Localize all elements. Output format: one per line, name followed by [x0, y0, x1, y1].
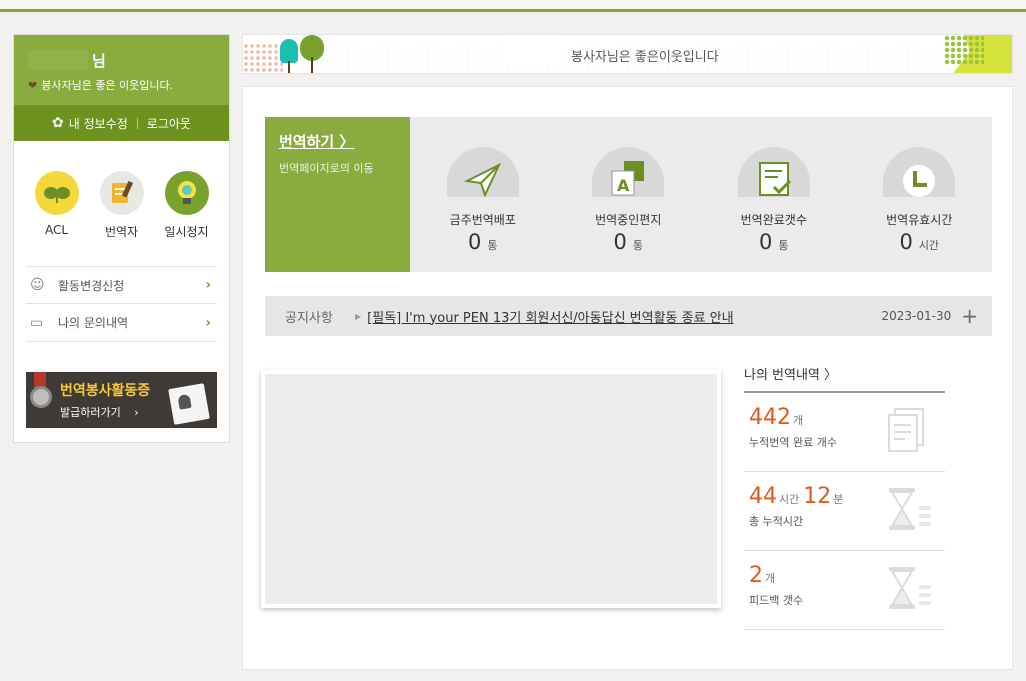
image-placeholder-inner — [265, 374, 717, 604]
greeting-bar: 봉사자님은 좋은이웃입니다 — [242, 34, 1013, 74]
chat-icon: ▭ — [30, 314, 44, 331]
sidebar: 님 ❤ 봉사자님은 좋은 이웃입니다. ✿ 내 정보수정 로그아웃 ACL 번역… — [13, 34, 230, 443]
translate-title: 번역하기 〉 — [279, 133, 355, 151]
profile-header: 님 ❤ 봉사자님은 좋은 이웃입니다. — [14, 35, 229, 105]
time-hours-unit: 시간 — [779, 493, 800, 506]
volunteer-certificate-banner[interactable]: 번역봉사활동증 발급하러가기 › — [26, 372, 217, 428]
tree-trunk — [311, 57, 313, 73]
stat-weekly-distributed: 금주번역배포 0통 — [423, 147, 543, 272]
notice-date: 2023-01-30 — [881, 309, 952, 323]
user-name-suffix: 님 — [92, 51, 106, 70]
stat-label: 번역중인편지 — [595, 213, 662, 227]
pause-button[interactable]: 일시정지 — [157, 171, 217, 266]
stat-unit: 통 — [487, 239, 498, 252]
heart-icon: ❤ — [28, 78, 38, 92]
document-pencil-icon — [99, 171, 144, 215]
stat-value: 0 — [468, 230, 482, 254]
stat-valid-time: 번역유효시간 0 시간 — [859, 147, 979, 272]
gear-icon: ✿ — [52, 115, 64, 131]
stat-value: 0 — [613, 230, 627, 254]
sidebar-item-activity-change[interactable]: ☺ 활동변경신청 › — [26, 266, 217, 304]
letter-a-icon: A — [592, 147, 665, 197]
main-panel: 번역하기 〉 번역페이지로의 이동 금주번역배포 0통 A 번역중인편지 0통 — [242, 86, 1013, 670]
stat-label: 번역완료갯수 — [740, 213, 807, 227]
banner-subtitle: 발급하러가기 › — [60, 406, 139, 419]
notice-bar: 공지사항 ▶ [필독] I'm your PEN 13기 회원서신/아동답신 번… — [265, 296, 992, 336]
history-completed: 442 개 누적번역 완료 개수 — [744, 393, 945, 472]
time-hours: 44 — [749, 484, 777, 509]
profile-links: ✿ 내 정보수정 로그아웃 — [14, 105, 229, 141]
user-name-redacted — [501, 37, 565, 67]
stat-value: 0 — [899, 230, 913, 254]
feedback-count: 2 — [749, 563, 763, 588]
my-translation-history: 나의 번역내역 〉 442 개 누적번역 완료 개수 44 시간 12 분 총 … — [744, 363, 945, 630]
stat-completed: 번역완료갯수 0통 — [714, 147, 834, 272]
clock-icon — [883, 147, 956, 197]
user-name-redacted — [28, 50, 88, 70]
banner-title: 번역봉사활동증 — [60, 383, 151, 399]
sidebar-item-label: 활동변경신청 — [58, 278, 125, 293]
notice-more-button[interactable]: + — [961, 306, 978, 326]
chevron-right-icon: › — [205, 277, 211, 293]
notice-label: 공지사항 — [285, 310, 333, 326]
sidebar-item-inquiries[interactable]: ▭ 나의 문의내역 › — [26, 304, 217, 342]
history-total-time: 44 시간 12 분 총 누적시간 — [744, 472, 945, 551]
sidebar-item-label: 나의 문의내역 — [58, 316, 129, 330]
translator-button[interactable]: 번역자 — [92, 171, 152, 266]
svg-text:A: A — [617, 176, 630, 195]
stat-label: 금주번역배포 — [449, 213, 516, 227]
notice-link[interactable]: [필독] I'm your PEN 13기 회원서신/아동답신 번역활동 종료 … — [367, 307, 881, 326]
completed-unit: 개 — [793, 414, 804, 427]
translate-subtitle: 번역페이지로의 이동 — [279, 162, 374, 175]
acl-label: ACL — [44, 223, 69, 237]
time-minutes: 12 — [803, 484, 832, 509]
documents-icon — [888, 408, 924, 452]
stat-unit: 시간 — [918, 239, 940, 252]
document-check-icon — [737, 147, 810, 197]
paper-plane-icon — [446, 147, 519, 197]
stat-value: 0 — [759, 230, 773, 254]
decor-dots-right — [944, 35, 984, 65]
medal-icon — [30, 386, 52, 408]
lightbulb-icon — [164, 171, 209, 215]
stat-unit: 통 — [778, 239, 789, 252]
feedback-unit: 개 — [765, 572, 776, 585]
translator-label: 번역자 — [104, 225, 139, 239]
translate-button[interactable]: 번역하기 〉 번역페이지로의 이동 — [265, 117, 410, 272]
stat-label: 번역유효시간 — [886, 213, 953, 227]
acl-button[interactable]: ACL — [27, 171, 87, 266]
triangle-right-icon: ▶ — [355, 311, 362, 321]
stat-in-progress: A 번역중인편지 0통 — [568, 147, 688, 272]
pause-label: 일시정지 — [164, 225, 209, 239]
hourglass-icon — [889, 567, 931, 609]
smiley-icon: ☺ — [30, 277, 45, 293]
greeting-text: 봉사자님은 좋은이웃입니다 — [571, 50, 719, 65]
time-minutes-unit: 분 — [833, 493, 844, 506]
divider — [136, 117, 138, 129]
user-greeting: 봉사자님은 좋은 이웃입니다. — [41, 79, 174, 92]
stat-unit: 통 — [632, 239, 643, 252]
quick-icons: ACL 번역자 일시정지 — [14, 141, 229, 266]
history-title-link[interactable]: 나의 번역내역 〉 — [744, 363, 945, 393]
image-placeholder — [261, 370, 721, 608]
sprout-icon — [34, 171, 79, 215]
tree-icon — [280, 39, 298, 63]
logout-link[interactable]: 로그아웃 — [147, 115, 191, 132]
chevron-right-icon: › — [205, 314, 211, 331]
top-accent-line — [0, 0, 1026, 12]
translation-stats: 번역하기 〉 번역페이지로의 이동 금주번역배포 0통 A 번역중인편지 0통 — [265, 117, 992, 272]
completed-count: 442 — [749, 405, 791, 430]
history-feedback: 2 개 피드백 갯수 — [744, 551, 945, 630]
tree-trunk — [288, 61, 290, 73]
sidebar-menu: ☺ 활동변경신청 › ▭ 나의 문의내역 › — [14, 266, 229, 342]
hourglass-icon — [889, 488, 931, 530]
id-card-icon — [168, 383, 210, 425]
edit-info-link[interactable]: 내 정보수정 — [69, 115, 128, 132]
decor-dots-left — [243, 43, 283, 73]
